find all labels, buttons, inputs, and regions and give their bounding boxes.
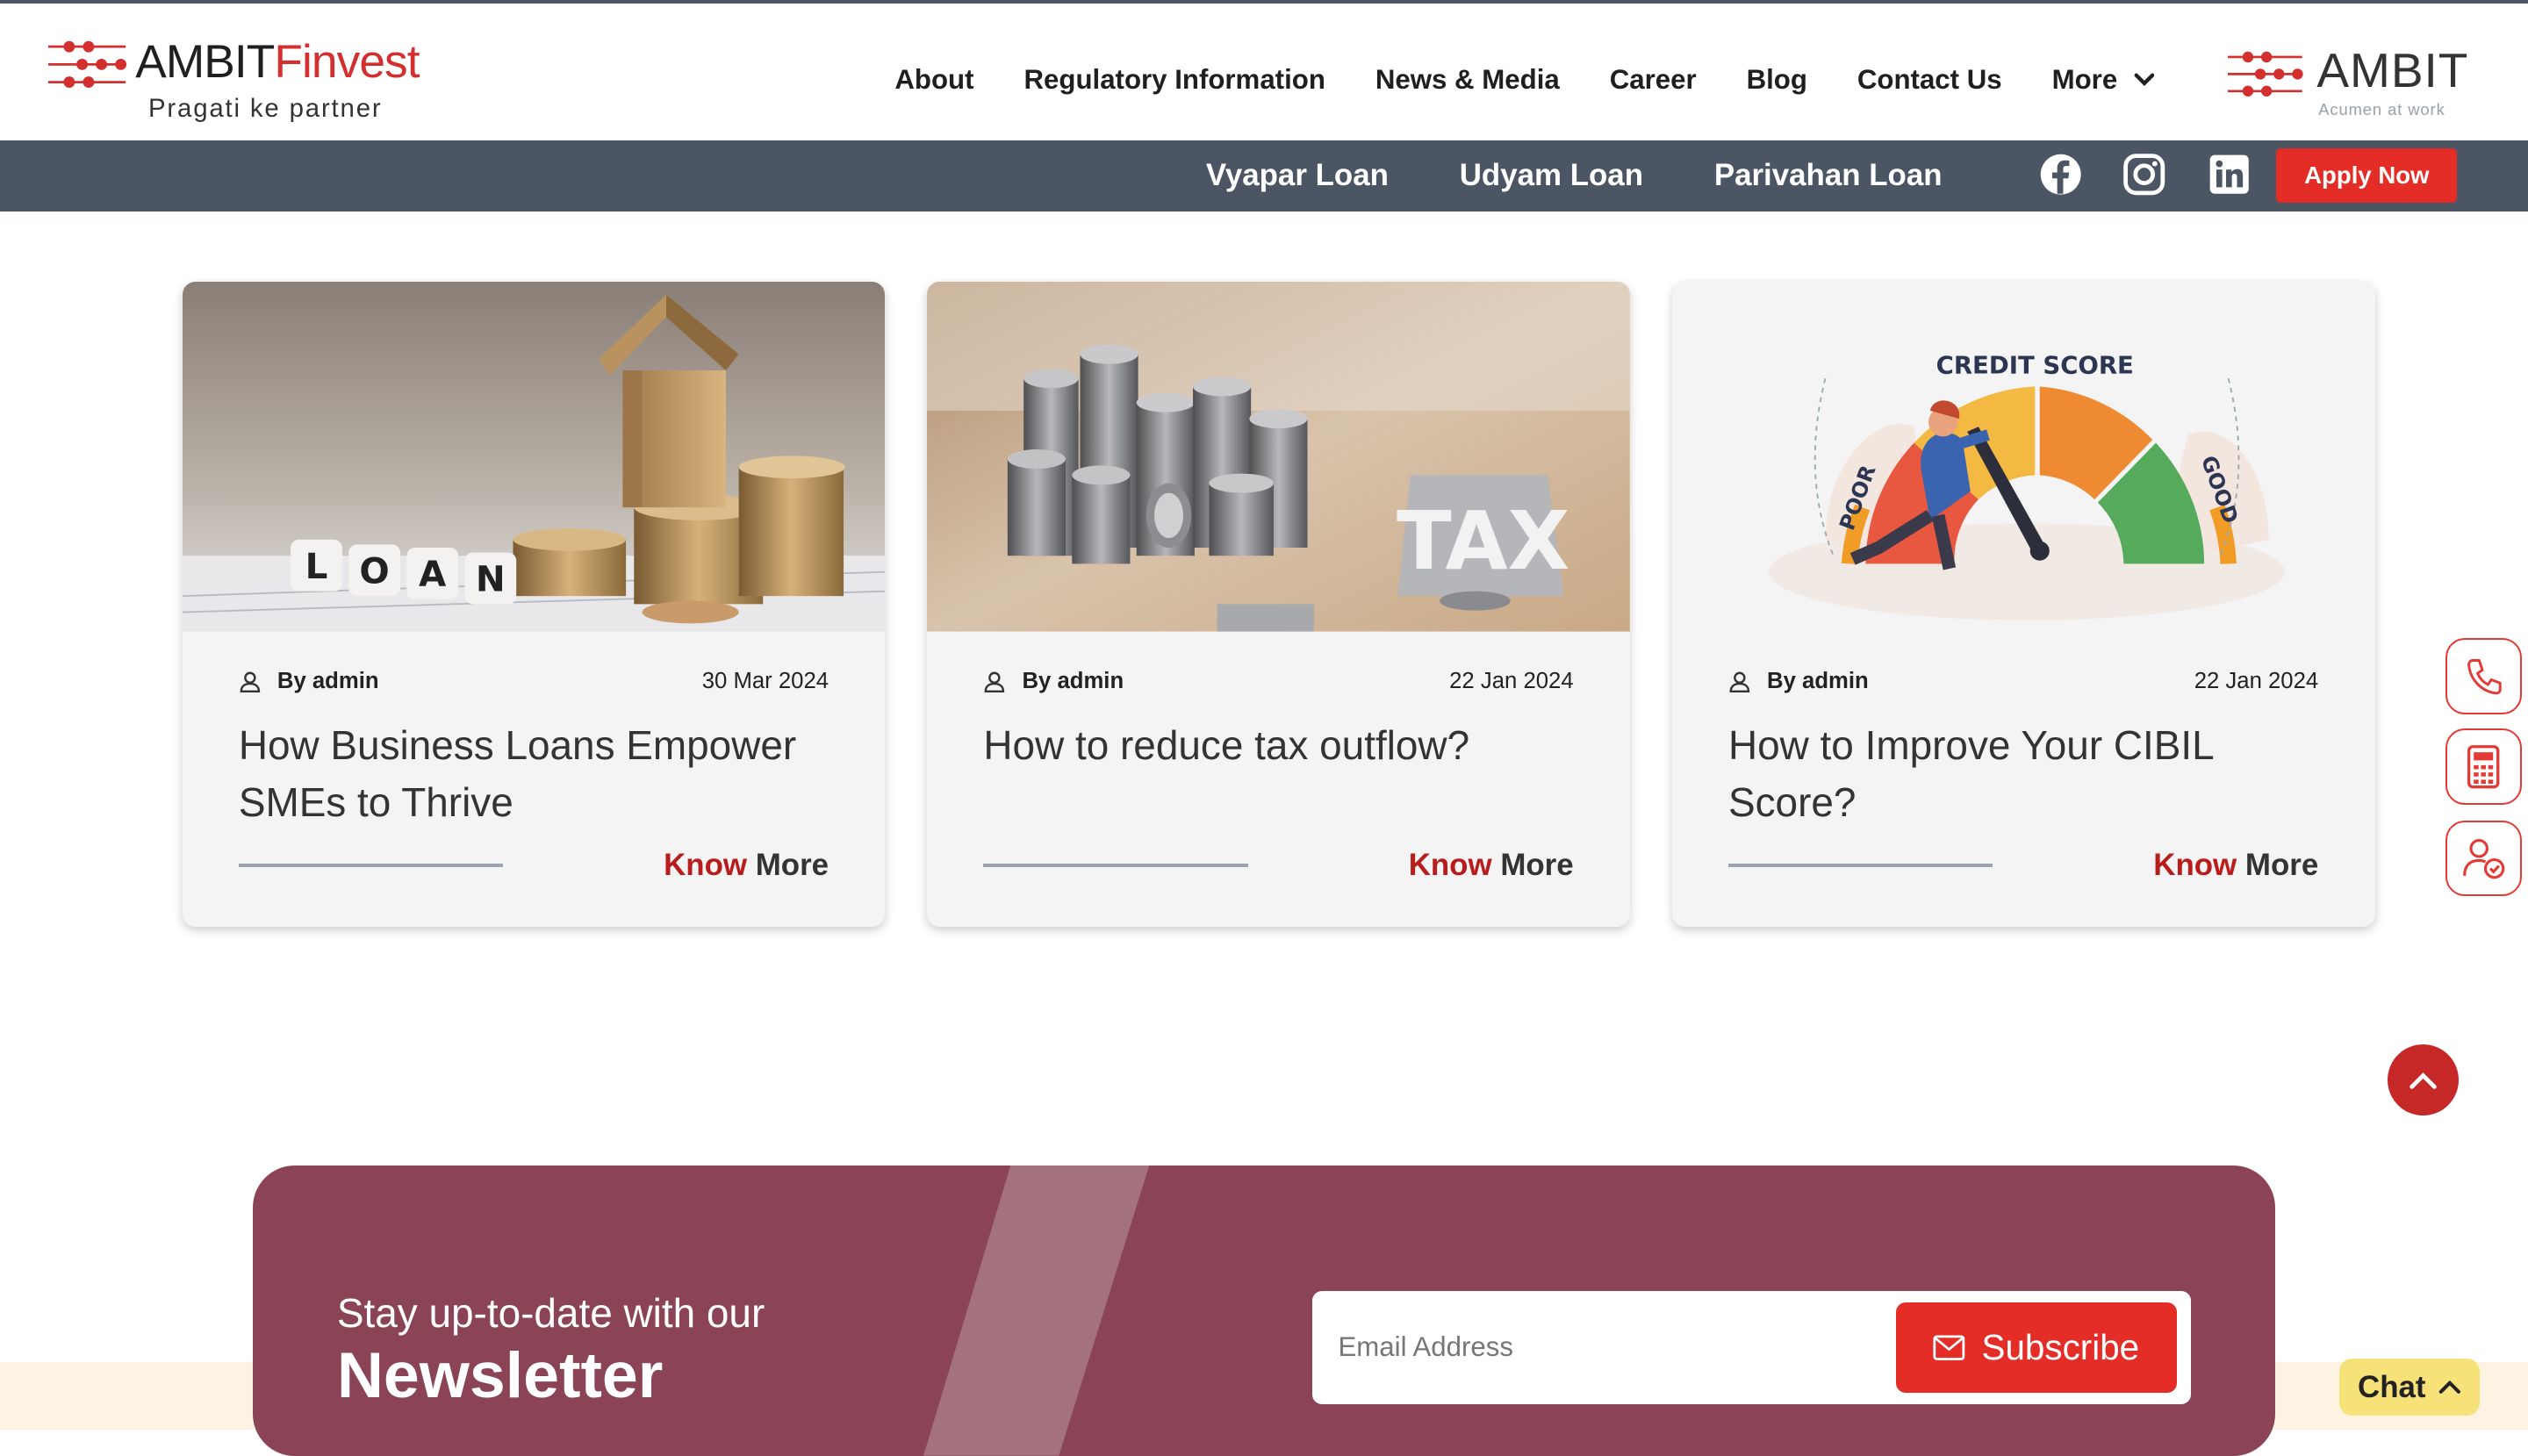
blog-card[interactable]: CREDIT SCORE POOR GOOD By admin 22 Jan 2…	[1671, 282, 2375, 928]
ambit-wordmark: AMBIT	[2316, 42, 2469, 97]
product-links: Vyapar Loan Udyam Loan Parivahan Loan	[1206, 140, 2013, 212]
newsletter-title: Newsletter	[336, 1338, 664, 1412]
apply-now-button[interactable]: Apply Now	[2276, 147, 2458, 204]
email-input[interactable]	[1334, 1310, 1884, 1385]
newsletter-subtitle: Stay up-to-date with our	[336, 1290, 765, 1337]
subscribe-button[interactable]: Subscribe	[1895, 1302, 2177, 1393]
chevron-up-icon	[2410, 1072, 2437, 1089]
card-author: By admin	[983, 669, 1124, 694]
subscribe-label: Subscribe	[1981, 1326, 2140, 1367]
facebook-icon[interactable]	[2038, 152, 2083, 197]
card-date: 22 Jan 2024	[1449, 669, 1574, 694]
newsletter-section: Stay up-to-date with our Newsletter Subs…	[253, 1165, 2275, 1456]
user-icon	[984, 671, 1005, 692]
know-more-link[interactable]: Know More	[1409, 848, 1574, 883]
main-nav: About Regulatory Information News & Medi…	[894, 64, 2154, 96]
ambit-finvest-logo[interactable]: AMBITFinvest Pragati ke partner	[48, 32, 451, 129]
card-title[interactable]: How to Improve Your CIBIL Score?	[1728, 717, 2318, 830]
user-icon	[1729, 671, 1750, 692]
card-title[interactable]: How Business Loans Empower SMEs to Thriv…	[239, 717, 829, 830]
ambit-tagline: Acumen at work	[2318, 99, 2445, 118]
product-bar: Vyapar Loan Udyam Loan Parivahan Loan Ap…	[0, 140, 2528, 212]
instagram-icon[interactable]	[2122, 152, 2166, 197]
card-divider	[983, 864, 1248, 868]
loan-letter: L	[305, 545, 327, 587]
chat-widget-button[interactable]: Chat	[2339, 1359, 2480, 1416]
loan-letter: A	[419, 554, 447, 596]
nav-blog[interactable]: Blog	[1747, 64, 1807, 96]
card-author-name: By admin	[276, 669, 379, 694]
call-button[interactable]	[2445, 638, 2522, 714]
user-check-icon	[2462, 839, 2505, 879]
know-more-link[interactable]: Know More	[2153, 848, 2318, 883]
udyam-loan-link[interactable]: Udyam Loan	[1460, 158, 1643, 193]
newsletter-form: Subscribe	[1312, 1291, 2192, 1404]
nav-about[interactable]: About	[894, 64, 973, 96]
apply-profile-button[interactable]	[2445, 820, 2522, 897]
tax-sign-text: TAX	[1397, 494, 1569, 588]
logo-dots-icon	[48, 40, 127, 89]
blog-card[interactable]: TAX By admin 22 Jan 2024 How to reduce t…	[927, 282, 1630, 928]
scroll-to-top-button[interactable]	[2388, 1044, 2460, 1116]
loan-letter: N	[475, 558, 505, 600]
tax-coins-image: TAX	[927, 282, 1630, 632]
vyapar-loan-link[interactable]: Vyapar Loan	[1206, 158, 1389, 193]
user-icon	[240, 671, 260, 692]
nav-regulatory-information[interactable]: Regulatory Information	[1023, 64, 1325, 96]
chevron-down-icon	[2134, 73, 2154, 87]
blog-card[interactable]: L O A N By admin 30 Mar 2024 How Busines…	[182, 282, 886, 928]
card-divider	[238, 864, 504, 868]
credit-score-label: CREDIT SCORE	[1936, 352, 2133, 380]
loan-letter: O	[359, 550, 389, 592]
card-date: 22 Jan 2024	[2194, 669, 2319, 694]
mail-icon	[1933, 1335, 1965, 1360]
chevron-up-icon	[2438, 1381, 2461, 1395]
chat-label: Chat	[2358, 1369, 2426, 1404]
ambit-dots-icon	[2228, 51, 2304, 97]
card-divider	[1727, 864, 1993, 868]
nav-more-dropdown[interactable]: More	[2052, 64, 2155, 96]
ambit-parent-logo[interactable]: AMBIT Acumen at work	[2228, 42, 2470, 123]
card-author-name: By admin	[1022, 669, 1124, 694]
card-meta: By admin 22 Jan 2024	[983, 669, 1574, 701]
site-header: AMBITFinvest Pragati ke partner About Re…	[0, 3, 2528, 140]
logo-tagline: Pragati ke partner	[147, 93, 383, 123]
nav-career[interactable]: Career	[1610, 64, 1697, 96]
emi-calculator-button[interactable]	[2445, 728, 2522, 805]
card-meta: By admin 30 Mar 2024	[239, 669, 829, 701]
card-title[interactable]: How to reduce tax outflow?	[983, 717, 1573, 773]
nav-contact-us[interactable]: Contact Us	[1857, 64, 2002, 96]
know-more-link[interactable]: Know More	[664, 848, 829, 883]
card-date: 30 Mar 2024	[701, 669, 830, 694]
card-meta: By admin 22 Jan 2024	[1728, 669, 2318, 701]
card-author-name: By admin	[1767, 669, 1869, 694]
nav-more-label: More	[2051, 64, 2118, 96]
parivahan-loan-link[interactable]: Parivahan Loan	[1714, 158, 1943, 193]
loan-coins-image: L O A N	[182, 282, 886, 632]
nav-news-media[interactable]: News & Media	[1375, 64, 1560, 96]
card-author: By admin	[1728, 669, 1869, 694]
linkedin-icon[interactable]	[2207, 152, 2252, 197]
calculator-icon	[2467, 744, 2500, 788]
phone-icon	[2467, 658, 2502, 694]
credit-score-image: CREDIT SCORE POOR GOOD	[1671, 282, 2375, 632]
card-author: By admin	[239, 669, 379, 694]
logo-wordmark: AMBITFinvest	[135, 36, 420, 89]
